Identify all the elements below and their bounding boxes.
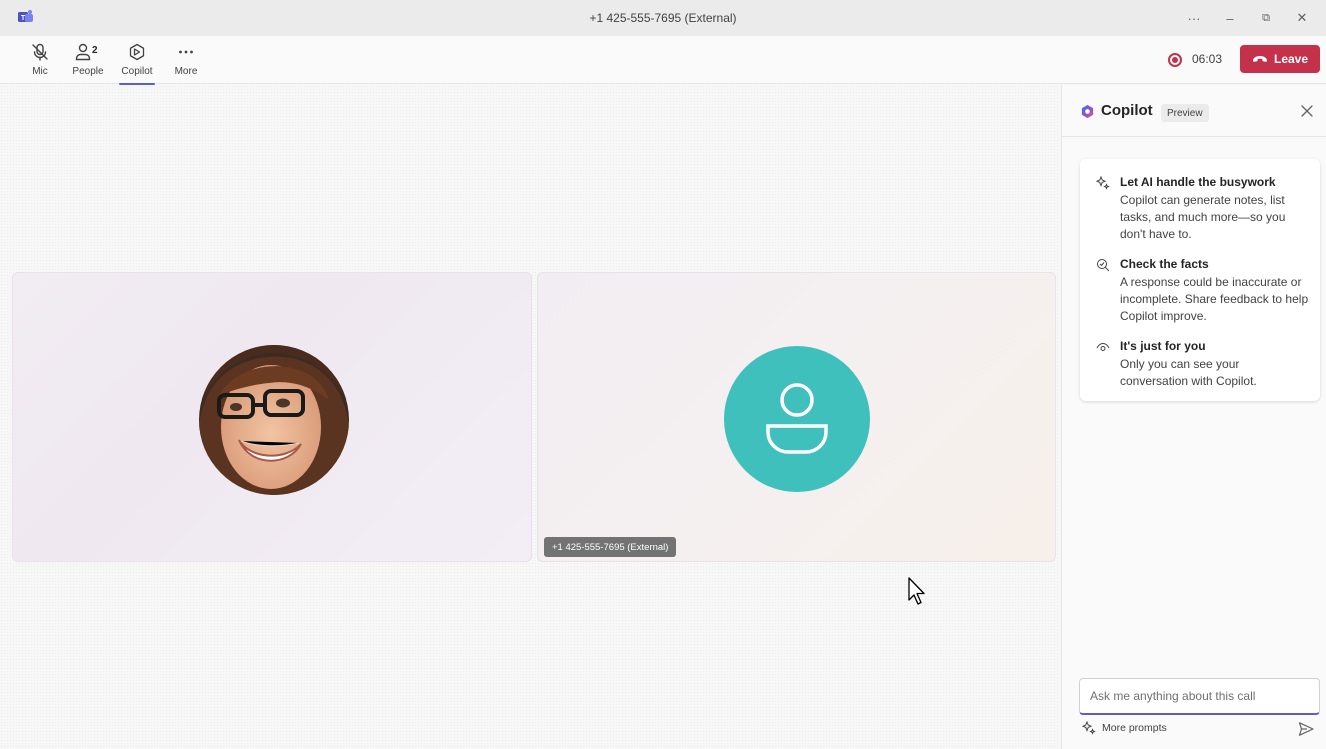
tip-title: Let AI handle the busywork — [1120, 175, 1276, 189]
tip-body: A response could be inaccurate or incomp… — [1120, 275, 1309, 323]
copilot-header: Copilot Preview — [1062, 85, 1326, 137]
close-panel-icon[interactable] — [1298, 102, 1316, 120]
default-avatar — [724, 346, 870, 492]
people-button[interactable]: 2 People — [66, 40, 110, 82]
mic-label: Mic — [32, 66, 48, 77]
participant-photo — [199, 345, 349, 495]
people-label: People — [72, 66, 104, 77]
copilot-button[interactable]: Copilot — [115, 40, 159, 85]
leave-label: Leave — [1273, 52, 1309, 66]
copilot-ask-input[interactable] — [1080, 679, 1319, 713]
more-options-icon[interactable]: ··· — [1178, 6, 1210, 30]
send-icon[interactable] — [1298, 721, 1314, 737]
tip-body: Only you can see your conversation with … — [1120, 357, 1257, 388]
sparkle-icon — [1082, 721, 1096, 735]
participant-tile[interactable] — [12, 272, 532, 562]
copilot-icon — [129, 43, 145, 61]
participant-name-tag: +1 425-555-7695 (External) — [544, 537, 677, 557]
window-title: +1 425-555-7695 (External) — [589, 11, 737, 25]
eye-icon — [1096, 342, 1110, 351]
more-icon — [179, 50, 193, 54]
preview-badge: Preview — [1161, 104, 1209, 122]
mouse-pointer-icon — [908, 577, 925, 605]
tip-title: It's just for you — [1120, 339, 1206, 353]
meeting-stage: +1 425-555-7695 (External) — [0, 85, 1060, 749]
phone-hangup-icon — [1252, 56, 1267, 62]
more-prompts-button[interactable]: More prompts — [1082, 721, 1167, 735]
meeting-toolbar: Mic 2 People Copilot More — [0, 36, 1326, 85]
mic-button[interactable]: Mic — [18, 40, 62, 82]
person-icon — [766, 383, 828, 454]
search-check-icon — [1097, 259, 1110, 272]
people-count: 2 — [92, 45, 98, 56]
sparkle-icon — [1096, 176, 1110, 190]
people-icon — [75, 43, 91, 61]
tip-body: Copilot can generate notes, list tasks, … — [1120, 193, 1286, 241]
tip-title: Check the facts — [1120, 257, 1209, 271]
close-icon[interactable]: ✕ — [1286, 6, 1318, 30]
copilot-label: Copilot — [121, 66, 153, 77]
participant-tile-external[interactable]: +1 425-555-7695 (External) — [537, 272, 1056, 562]
title-bar: T +1 425-555-7695 (External) ··· – ⧉ ✕ — [0, 0, 1326, 36]
minimize-icon[interactable]: – — [1214, 6, 1246, 30]
copilot-panel: Copilot Preview Let AI handle the busywo… — [1061, 85, 1326, 749]
more-label: More — [174, 66, 198, 77]
copilot-info-card: Let AI handle the busywork Copilot can g… — [1080, 159, 1320, 401]
mic-off-icon — [32, 43, 48, 61]
call-timer: 06:03 — [1192, 52, 1223, 66]
copilot-input-box — [1079, 678, 1320, 715]
recording-icon — [1168, 53, 1182, 67]
copilot-title: Copilot — [1101, 102, 1153, 119]
more-button[interactable]: More — [164, 40, 208, 82]
leave-button[interactable]: Leave — [1240, 45, 1320, 73]
copilot-logo-icon — [1081, 104, 1094, 119]
more-prompts-label: More prompts — [1102, 722, 1167, 734]
restore-icon[interactable]: ⧉ — [1250, 6, 1282, 30]
